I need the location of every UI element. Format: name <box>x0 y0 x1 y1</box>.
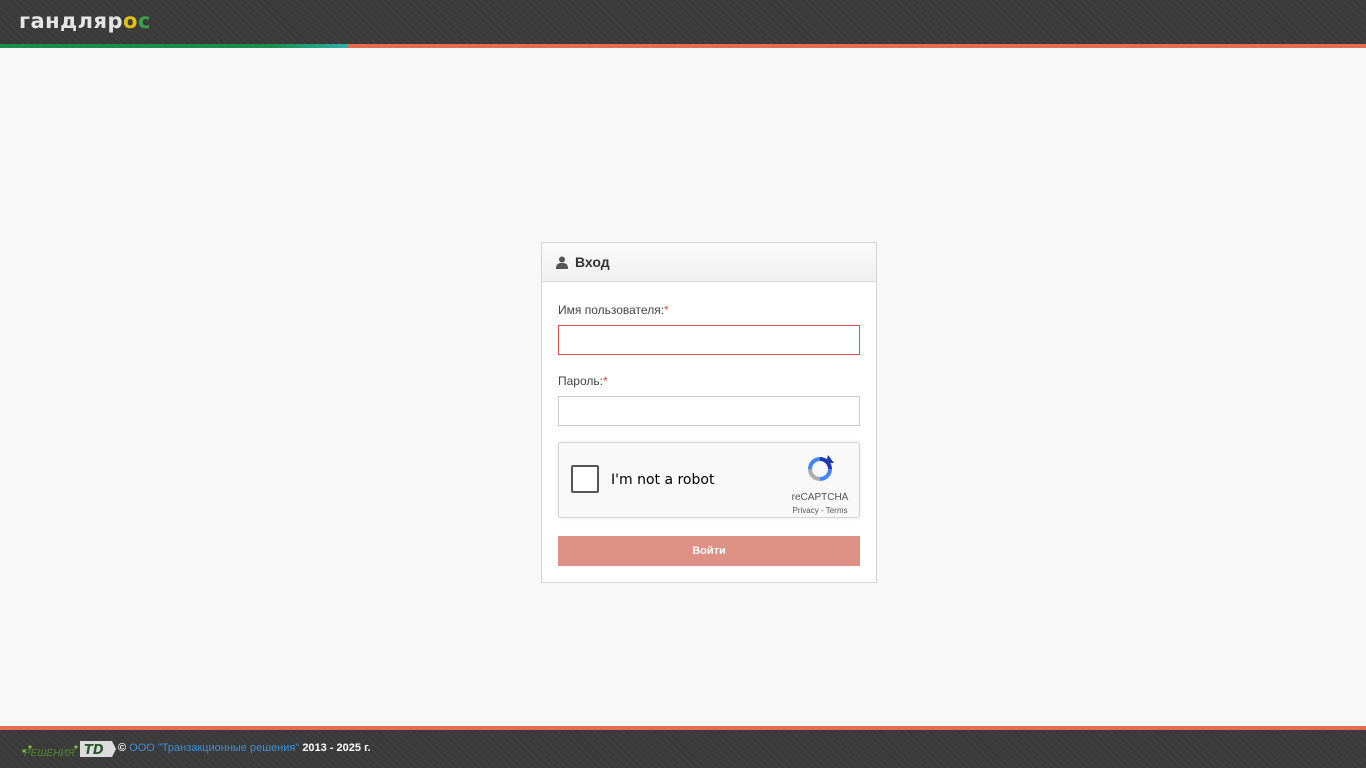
logo-text: гандляр <box>19 9 124 33</box>
recaptcha-brand: reCAPTCHA <box>791 492 849 503</box>
header-accent-stripe <box>0 44 1366 48</box>
username-label: Имя пользователя:* <box>558 303 669 317</box>
recaptcha-branding: reCAPTCHA Privacy - Terms <box>785 453 855 515</box>
user-icon <box>556 256 568 269</box>
login-title: Вход <box>575 254 610 270</box>
required-mark: * <box>602 374 608 388</box>
svg-text:РЕШЕНИЯ: РЕШЕНИЯ <box>24 748 75 759</box>
login-panel: Вход Имя пользователя:* Пароль:* I'm not… <box>541 242 877 583</box>
recaptcha-widget: I'm not a robot reCAPTCHA Privacy - Term… <box>558 442 860 518</box>
recaptcha-checkbox[interactable] <box>571 465 599 493</box>
login-panel-header: Вход <box>542 243 876 282</box>
password-input[interactable] <box>558 396 860 426</box>
footer: РЕШЕНИЯ TD © ООО "Транзакционные решения… <box>0 730 1366 768</box>
login-button[interactable]: Войти <box>558 536 860 566</box>
password-label: Пароль:* <box>558 374 608 388</box>
header-green-segment <box>0 44 348 48</box>
required-mark: * <box>664 303 669 317</box>
username-input[interactable] <box>558 325 860 355</box>
recaptcha-icon <box>808 455 834 481</box>
logo-letter-o: о <box>123 9 138 33</box>
copyright-symbol: © <box>118 742 127 754</box>
brand-logo[interactable]: гандлярос <box>19 8 151 34</box>
company-logo: РЕШЕНИЯ TD <box>22 741 116 759</box>
recaptcha-privacy-link[interactable]: Privacy <box>793 506 819 515</box>
recaptcha-terms-link[interactable]: Terms <box>826 506 848 515</box>
top-bar: гандлярос <box>0 0 1366 44</box>
logo-letter-c: с <box>137 9 151 33</box>
recaptcha-label: I'm not a robot <box>611 472 715 488</box>
footer-copyright: © ООО "Транзакционные решения" 2013 - 20… <box>118 742 371 754</box>
recaptcha-links: Privacy - Terms <box>792 506 848 515</box>
company-link[interactable]: ООО "Транзакционные решения" <box>129 742 299 754</box>
copyright-years: 2013 - 2025 г. <box>302 742 371 754</box>
svg-text:TD: TD <box>84 743 104 758</box>
